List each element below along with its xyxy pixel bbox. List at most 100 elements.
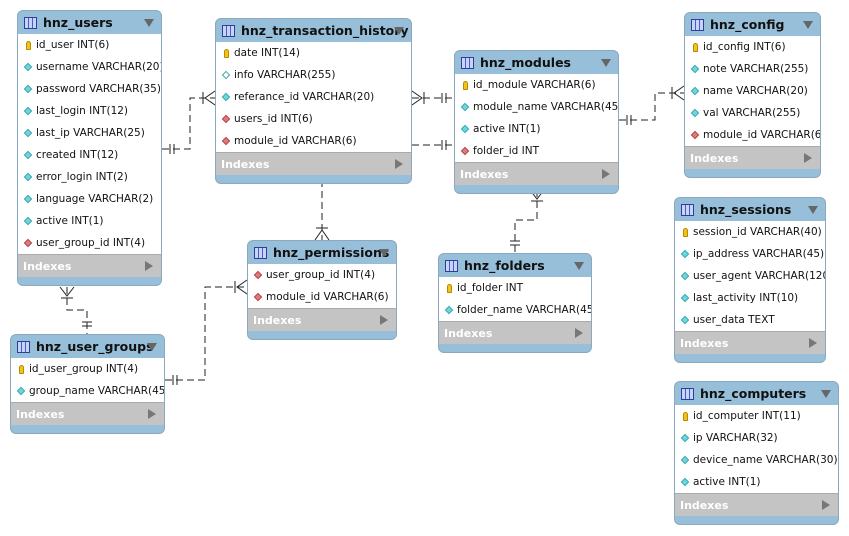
column-row[interactable]: id_module VARCHAR(6)	[455, 74, 618, 96]
expand-triangle-icon[interactable]	[809, 338, 817, 348]
table-header[interactable]: hnz_users	[18, 11, 161, 34]
column-row[interactable]: last_login INT(12)	[18, 100, 161, 122]
collapse-triangle-icon[interactable]	[821, 390, 831, 398]
column-row[interactable]: folder_name VARCHAR(45)	[439, 299, 591, 321]
column-row[interactable]: last_ip VARCHAR(25)	[18, 122, 161, 144]
column-row[interactable]: users_id INT(6)	[216, 108, 411, 130]
table-icon	[17, 340, 30, 353]
table-name: hnz_user_groups	[36, 339, 154, 354]
table-header[interactable]: hnz_transaction_history	[216, 19, 411, 42]
indexes-section[interactable]: Indexes	[685, 146, 820, 169]
column-row[interactable]: id_computer INT(11)	[675, 405, 838, 427]
column-row[interactable]: error_login INT(2)	[18, 166, 161, 188]
indexes-label: Indexes	[253, 313, 302, 327]
column-row[interactable]: user_group_id INT(4)	[248, 264, 396, 286]
indexes-section[interactable]: Indexes	[455, 162, 618, 185]
collapse-triangle-icon[interactable]	[601, 59, 611, 67]
collapse-triangle-icon[interactable]	[574, 262, 584, 270]
expand-triangle-icon[interactable]	[822, 500, 830, 510]
column-row[interactable]: id_user INT(6)	[18, 34, 161, 56]
collapse-triangle-icon[interactable]	[379, 249, 389, 257]
column-row[interactable]: ip_address VARCHAR(45)	[675, 243, 825, 265]
column-row[interactable]: language VARCHAR(2)	[18, 188, 161, 210]
table-hnz-users[interactable]: hnz_users id_user INT(6) username VARCHA…	[17, 10, 162, 286]
column-row[interactable]: active INT(1)	[455, 118, 618, 140]
expand-triangle-icon[interactable]	[575, 328, 583, 338]
column-label: name VARCHAR(20)	[703, 85, 808, 97]
table-header[interactable]: hnz_computers	[675, 382, 838, 405]
table-hnz-config[interactable]: hnz_config id_config INT(6) note VARCHAR…	[684, 12, 821, 178]
column-label: error_login INT(2)	[36, 171, 128, 183]
collapse-triangle-icon[interactable]	[394, 27, 404, 35]
key-icon	[680, 227, 690, 237]
column-row[interactable]: created INT(12)	[18, 144, 161, 166]
column-row[interactable]: module_name VARCHAR(45)	[455, 96, 618, 118]
column-row[interactable]: date INT(14)	[216, 42, 411, 64]
table-icon	[691, 18, 704, 31]
collapse-triangle-icon[interactable]	[808, 206, 818, 214]
column-row[interactable]: last_activity INT(10)	[675, 287, 825, 309]
column-row[interactable]: ip VARCHAR(32)	[675, 427, 838, 449]
column-row[interactable]: module_id VARCHAR(6)	[685, 124, 820, 146]
table-header[interactable]: hnz_config	[685, 13, 820, 36]
table-header[interactable]: hnz_folders	[439, 254, 591, 277]
indexes-section[interactable]: Indexes	[216, 152, 411, 175]
column-row[interactable]: id_config INT(6)	[685, 36, 820, 58]
column-icon	[23, 216, 33, 226]
column-row[interactable]: user_group_id INT(4)	[18, 232, 161, 254]
expand-triangle-icon[interactable]	[804, 153, 812, 163]
column-row[interactable]: username VARCHAR(20)	[18, 56, 161, 78]
column-label: id_user INT(6)	[36, 39, 110, 51]
column-row[interactable]: id_folder INT	[439, 277, 591, 299]
expand-triangle-icon[interactable]	[380, 315, 388, 325]
column-row[interactable]: user_agent VARCHAR(120)	[675, 265, 825, 287]
table-hnz-sessions[interactable]: hnz_sessions session_id VARCHAR(40) ip_a…	[674, 197, 826, 363]
collapse-triangle-icon[interactable]	[144, 19, 154, 27]
column-icon	[23, 194, 33, 204]
column-row[interactable]: module_id VARCHAR(6)	[216, 130, 411, 152]
column-row[interactable]: name VARCHAR(20)	[685, 80, 820, 102]
table-hnz-user-groups[interactable]: hnz_user_groups id_user_group INT(4) gro…	[10, 334, 165, 434]
column-icon	[460, 102, 470, 112]
column-row[interactable]: group_name VARCHAR(45)	[11, 380, 164, 402]
table-hnz-modules[interactable]: hnz_modules id_module VARCHAR(6) module_…	[454, 50, 619, 194]
expand-triangle-icon[interactable]	[145, 261, 153, 271]
column-row[interactable]: user_data TEXT	[675, 309, 825, 331]
table-icon	[24, 16, 37, 29]
expand-triangle-icon[interactable]	[148, 409, 156, 419]
table-hnz-folders[interactable]: hnz_folders id_folder INT folder_name VA…	[438, 253, 592, 353]
expand-triangle-icon[interactable]	[395, 159, 403, 169]
indexes-section[interactable]: Indexes	[18, 254, 161, 277]
table-header[interactable]: hnz_sessions	[675, 198, 825, 221]
table-hnz-computers[interactable]: hnz_computers id_computer INT(11) ip VAR…	[674, 381, 839, 525]
table-hnz-transaction-history[interactable]: hnz_transaction_history date INT(14) inf…	[215, 18, 412, 184]
column-row[interactable]: id_user_group INT(4)	[11, 358, 164, 380]
column-row[interactable]: val VARCHAR(255)	[685, 102, 820, 124]
column-row[interactable]: info VARCHAR(255)	[216, 64, 411, 86]
table-header[interactable]: hnz_permissions	[248, 241, 396, 264]
indexes-section[interactable]: Indexes	[439, 321, 591, 344]
column-label: active INT(1)	[693, 476, 761, 488]
indexes-section[interactable]: Indexes	[11, 402, 164, 425]
table-hnz-permissions[interactable]: hnz_permissions user_group_id INT(4) mod…	[247, 240, 397, 340]
collapse-triangle-icon[interactable]	[147, 343, 157, 351]
table-header[interactable]: hnz_user_groups	[11, 335, 164, 358]
table-icon	[681, 203, 694, 216]
indexes-section[interactable]: Indexes	[675, 493, 838, 516]
table-footer	[11, 425, 164, 433]
column-row[interactable]: device_name VARCHAR(30)	[675, 449, 838, 471]
column-row[interactable]: referance_id VARCHAR(20)	[216, 86, 411, 108]
table-icon	[461, 56, 474, 69]
table-header[interactable]: hnz_modules	[455, 51, 618, 74]
column-row[interactable]: module_id VARCHAR(6)	[248, 286, 396, 308]
collapse-triangle-icon[interactable]	[803, 21, 813, 29]
column-row[interactable]: session_id VARCHAR(40)	[675, 221, 825, 243]
expand-triangle-icon[interactable]	[602, 169, 610, 179]
indexes-section[interactable]: Indexes	[248, 308, 396, 331]
indexes-section[interactable]: Indexes	[675, 331, 825, 354]
column-row[interactable]: folder_id INT	[455, 140, 618, 162]
column-row[interactable]: note VARCHAR(255)	[685, 58, 820, 80]
column-row[interactable]: active INT(1)	[18, 210, 161, 232]
column-row[interactable]: active INT(1)	[675, 471, 838, 493]
column-row[interactable]: password VARCHAR(35)	[18, 78, 161, 100]
